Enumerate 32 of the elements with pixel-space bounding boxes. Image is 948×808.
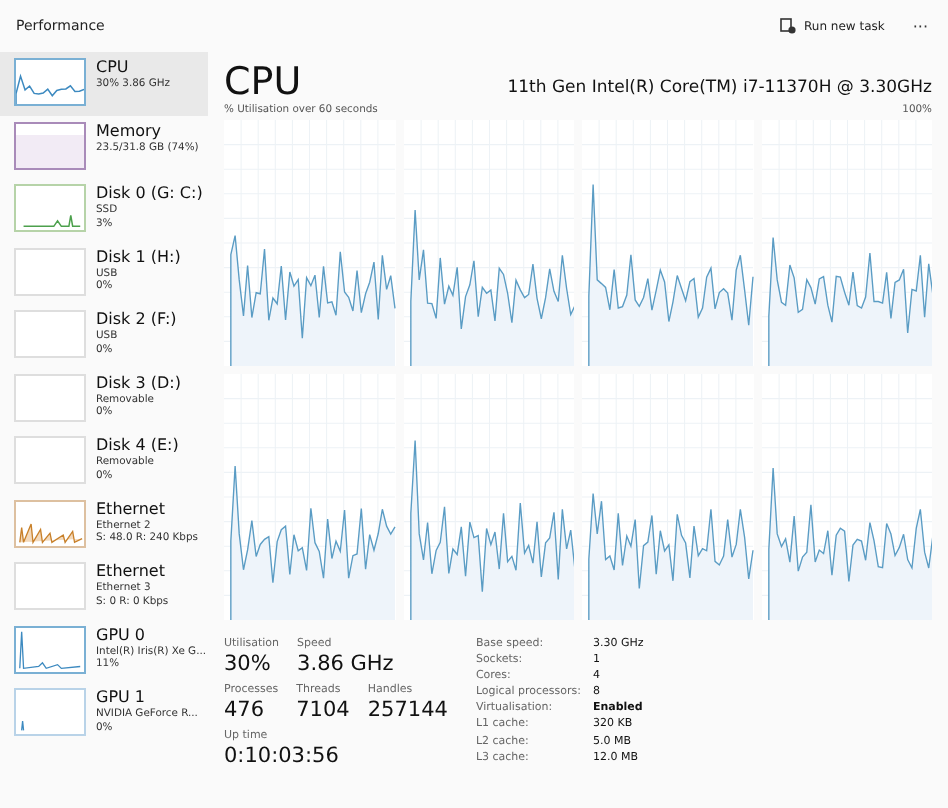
task-icon (780, 18, 796, 34)
graph-thumbnail (14, 184, 86, 232)
section-title: CPU (224, 60, 302, 104)
stat-value: 0:10:03:56 (224, 744, 339, 770)
empty-graph-thumbnail (14, 373, 86, 421)
graph-thumbnail (14, 58, 86, 106)
item-name: Disk 3 (D:) (96, 373, 181, 393)
empty-graph-thumbnail (14, 310, 86, 358)
stat-value: 30% (224, 652, 273, 678)
processor-name: 11th Gen Intel(R) Core(TM) i7-11370H @ 3.30GHz (507, 78, 932, 102)
stat-value: 257144 (367, 698, 448, 724)
stat-value: 3.86 GHz (297, 652, 394, 678)
item-name: Disk 2 (F:) (96, 310, 177, 330)
empty-graph-thumbnail (14, 562, 86, 610)
item-name: Ethernet (96, 499, 167, 519)
stat-value: 476 (224, 698, 267, 724)
item-name: CPU (96, 58, 131, 78)
graph-thumbnail (14, 625, 86, 673)
item-name: GPU 0 (96, 625, 148, 645)
item-name: Memory (96, 121, 162, 140)
stat-value: 7104 (296, 698, 350, 724)
item-name: Ethernet (96, 562, 167, 582)
item-name: Disk 1 (H:) (96, 247, 181, 267)
empty-graph-thumbnail (14, 247, 86, 295)
graph-thumbnail (14, 499, 86, 547)
graph-thumbnail (14, 688, 86, 736)
empty-graph-thumbnail (14, 436, 86, 484)
item-name: GPU 1 (96, 688, 148, 708)
graph-thumbnail (14, 121, 86, 169)
item-name: Disk 4 (E:) (96, 436, 179, 456)
item-name: Disk 0 (G: C:) (96, 184, 200, 204)
more-options-button[interactable]: ··· (908, 17, 932, 35)
